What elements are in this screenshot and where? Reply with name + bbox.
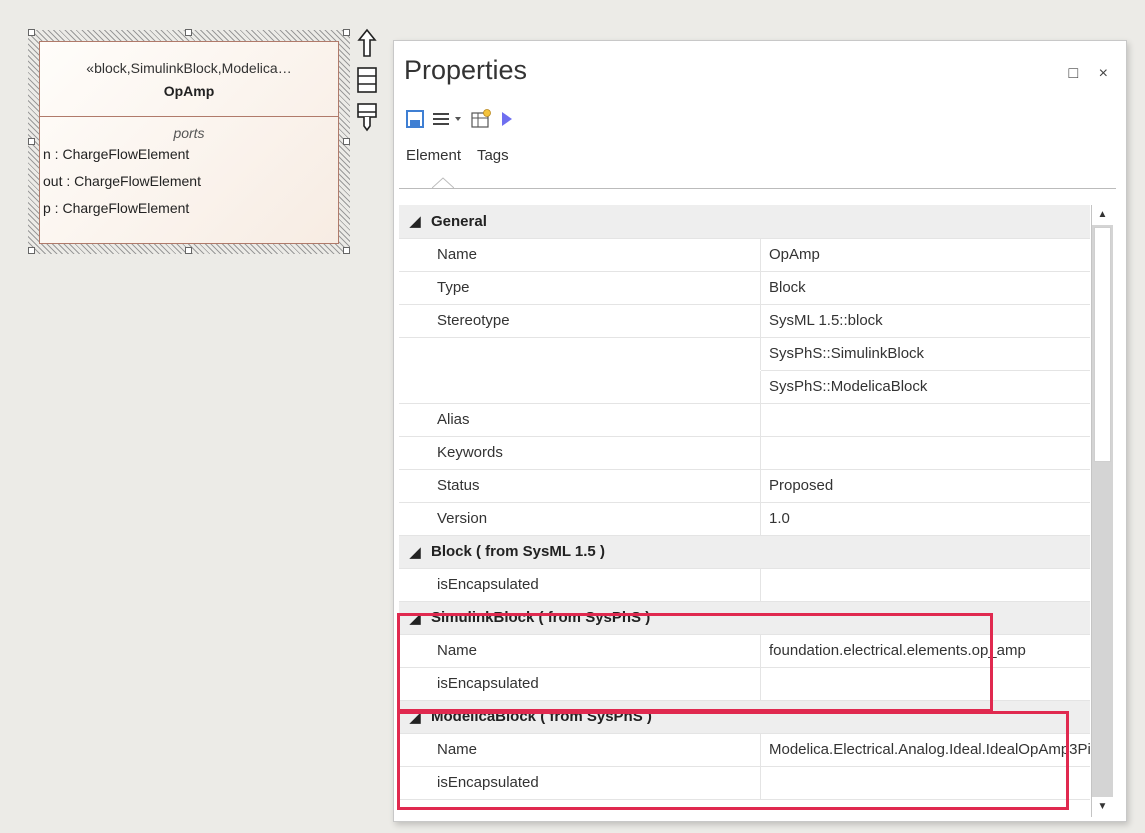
property-row[interactable]: Keywords bbox=[399, 436, 1090, 470]
property-value[interactable]: foundation.electrical.elements.op_amp bbox=[760, 634, 1090, 668]
property-row[interactable]: Alias bbox=[399, 403, 1090, 437]
property-row[interactable]: Stereotype SysML 1.5::block bbox=[399, 304, 1090, 338]
property-label: Name bbox=[431, 733, 761, 767]
property-value[interactable]: SysPhS::SimulinkBlock bbox=[760, 337, 1090, 371]
resize-handle-t[interactable] bbox=[185, 29, 192, 36]
quick-link-arrow-icon[interactable] bbox=[356, 28, 378, 58]
property-value[interactable]: OpAmp bbox=[760, 238, 1090, 272]
panel-window-controls: □ × bbox=[1053, 65, 1108, 83]
property-value[interactable]: SysPhS::ModelicaBlock bbox=[760, 370, 1090, 404]
resize-handle-r[interactable] bbox=[343, 138, 350, 145]
property-value[interactable] bbox=[760, 766, 1090, 800]
property-label: Stereotype bbox=[431, 304, 761, 338]
property-grid: ◢ General Name OpAmp Type Block Stereoty… bbox=[399, 205, 1090, 817]
property-value[interactable] bbox=[760, 667, 1090, 701]
run-icon[interactable] bbox=[500, 110, 514, 128]
section-simulinkblock[interactable]: ◢ SimulinkBlock ( from SysPhS ) bbox=[399, 601, 1090, 635]
save-icon[interactable] bbox=[406, 110, 424, 128]
close-icon[interactable]: × bbox=[1099, 65, 1108, 82]
property-row[interactable]: Name foundation.electrical.elements.op_a… bbox=[399, 634, 1090, 668]
tab-tags[interactable]: Tags bbox=[477, 147, 509, 164]
property-value[interactable] bbox=[760, 436, 1090, 470]
tab-element[interactable]: Element bbox=[406, 147, 461, 164]
property-label: isEncapsulated bbox=[431, 568, 761, 602]
port-item: out : ChargeFlowElement bbox=[43, 173, 201, 189]
property-label: Status bbox=[431, 469, 761, 503]
resize-handle-br[interactable] bbox=[343, 247, 350, 254]
section-title: General bbox=[431, 205, 1090, 239]
property-row[interactable]: Version 1.0 bbox=[399, 502, 1090, 536]
property-value[interactable]: 1.0 bbox=[760, 502, 1090, 536]
properties-panel: Properties □ × Element Tags ◢ General Na… bbox=[393, 40, 1127, 822]
property-row[interactable]: Type Block bbox=[399, 271, 1090, 305]
property-row[interactable]: SysPhS::ModelicaBlock bbox=[399, 370, 1090, 404]
menu-icon[interactable] bbox=[432, 111, 450, 127]
property-value[interactable]: Modelica.Electrical.Analog.Ideal.IdealOp… bbox=[760, 733, 1090, 767]
property-label: isEncapsulated bbox=[431, 766, 761, 800]
section-title: SimulinkBlock ( from SysPhS ) bbox=[431, 601, 1090, 635]
section-title: Block ( from SysML 1.5 ) bbox=[431, 535, 1090, 569]
property-value[interactable] bbox=[760, 403, 1090, 437]
panel-toolbar bbox=[406, 107, 514, 131]
port-item: p : ChargeFlowElement bbox=[43, 200, 190, 216]
format-painter-icon[interactable] bbox=[356, 102, 378, 132]
property-value[interactable]: Block bbox=[760, 271, 1090, 305]
quick-link-toolbar bbox=[356, 28, 378, 140]
section-modelicablock[interactable]: ◢ ModelicaBlock ( from SysPhS ) bbox=[399, 700, 1090, 734]
vertical-scrollbar[interactable]: ▲ ▼ bbox=[1091, 205, 1113, 817]
collapse-icon[interactable]: ◢ bbox=[399, 601, 431, 635]
collapse-icon[interactable]: ◢ bbox=[399, 700, 431, 734]
property-row[interactable]: isEncapsulated bbox=[399, 568, 1090, 602]
property-label: Name bbox=[431, 634, 761, 668]
port-item: n : ChargeFlowElement bbox=[43, 146, 190, 162]
scroll-down-icon[interactable]: ▼ bbox=[1092, 797, 1113, 817]
section-general[interactable]: ◢ General bbox=[399, 205, 1090, 239]
property-row[interactable]: isEncapsulated bbox=[399, 766, 1090, 800]
property-row[interactable]: Status Proposed bbox=[399, 469, 1090, 503]
resize-handle-bl[interactable] bbox=[28, 247, 35, 254]
property-label: Version bbox=[431, 502, 761, 536]
section-block[interactable]: ◢ Block ( from SysML 1.5 ) bbox=[399, 535, 1090, 569]
property-label: Keywords bbox=[431, 436, 761, 470]
scrollbar-thumb[interactable] bbox=[1094, 227, 1111, 462]
property-label: Alias bbox=[431, 403, 761, 437]
property-value[interactable] bbox=[760, 568, 1090, 602]
element-menu-icon[interactable] bbox=[356, 66, 378, 94]
property-row[interactable]: Name OpAmp bbox=[399, 238, 1090, 272]
section-title: ModelicaBlock ( from SysPhS ) bbox=[431, 700, 1090, 734]
block-name: OpAmp bbox=[163, 83, 215, 99]
block-element[interactable]: «block,SimulinkBlock,Modelica… OpAmp por… bbox=[39, 41, 339, 244]
active-tab-indicator bbox=[432, 177, 454, 189]
ports-compartment-title: ports bbox=[173, 125, 205, 141]
property-value[interactable]: SysML 1.5::block bbox=[760, 304, 1090, 338]
collapse-icon[interactable]: ◢ bbox=[399, 535, 431, 569]
restore-icon[interactable]: □ bbox=[1069, 65, 1079, 82]
property-value[interactable]: Proposed bbox=[760, 469, 1090, 503]
element-properties-icon[interactable] bbox=[470, 109, 492, 129]
panel-tabs: Element Tags bbox=[406, 147, 521, 164]
collapse-icon[interactable]: ◢ bbox=[399, 205, 431, 239]
block-header: «block,SimulinkBlock,Modelica… OpAmp bbox=[40, 42, 338, 117]
resize-handle-tr[interactable] bbox=[343, 29, 350, 36]
scroll-up-icon[interactable]: ▲ bbox=[1092, 205, 1113, 225]
block-stereotype: «block,SimulinkBlock,Modelica… bbox=[86, 60, 292, 76]
resize-handle-l[interactable] bbox=[28, 138, 35, 145]
property-row[interactable]: Name Modelica.Electrical.Analog.Ideal.Id… bbox=[399, 733, 1090, 767]
chevron-down-icon[interactable] bbox=[454, 115, 462, 123]
property-label: Name bbox=[431, 238, 761, 272]
property-label: isEncapsulated bbox=[431, 667, 761, 701]
panel-title: Properties bbox=[404, 55, 528, 85]
property-row[interactable]: SysPhS::SimulinkBlock bbox=[399, 337, 1090, 371]
resize-handle-tl[interactable] bbox=[28, 29, 35, 36]
property-label: Type bbox=[431, 271, 761, 305]
resize-handle-b[interactable] bbox=[185, 247, 192, 254]
tab-divider bbox=[399, 188, 1116, 189]
ports-list: n : ChargeFlowElement out : ChargeFlowEl… bbox=[40, 141, 338, 222]
property-row[interactable]: isEncapsulated bbox=[399, 667, 1090, 701]
